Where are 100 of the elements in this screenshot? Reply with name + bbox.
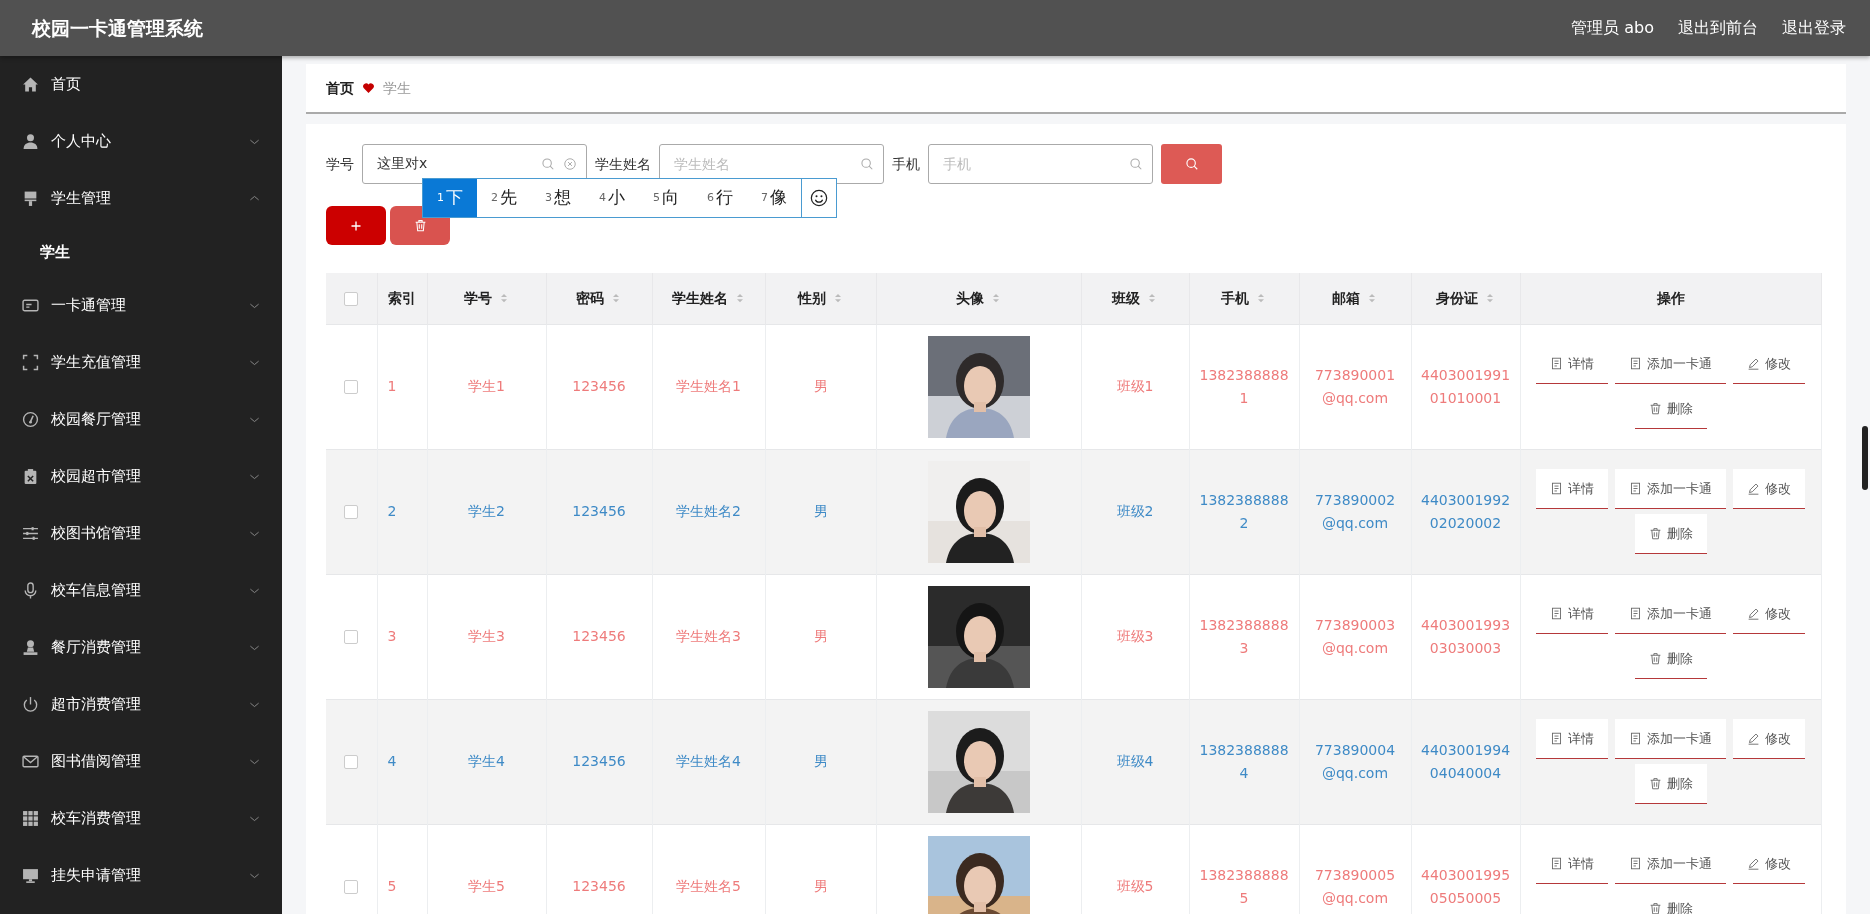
row-checkbox[interactable]: [344, 380, 359, 394]
pencil-icon: [1747, 857, 1760, 871]
search-button[interactable]: [1161, 144, 1222, 184]
column-header[interactable]: 邮箱: [1332, 287, 1360, 309]
details-button[interactable]: 详情: [1536, 469, 1608, 509]
document-icon: [1550, 482, 1563, 495]
header-link[interactable]: 退出到前台: [1678, 16, 1758, 40]
table-cell: 学生5: [468, 878, 505, 895]
sidebar-item[interactable]: 图书借阅管理: [0, 733, 282, 790]
trash-icon: [413, 219, 427, 232]
sidebar-item[interactable]: 学生管理: [0, 170, 282, 227]
table-cell-text: 13823888882: [1199, 490, 1289, 533]
scrollbar-thumb[interactable]: [1862, 426, 1868, 490]
search-field[interactable]: 手机: [928, 144, 1153, 184]
table-cell-text: 440300199404040004: [1420, 740, 1511, 783]
candidate-item[interactable]: 4小: [585, 179, 639, 217]
document-icon: [1629, 732, 1642, 745]
row-checkbox[interactable]: [344, 755, 359, 769]
frame-icon: [22, 354, 39, 371]
field-label: 学号: [326, 154, 354, 174]
document-icon: [1550, 607, 1563, 620]
sidebar-item[interactable]: 个人中心: [0, 113, 282, 170]
candidate-item[interactable]: 1 下: [423, 179, 477, 217]
table-cell: 123456: [572, 378, 626, 394]
column-header[interactable]: 班级: [1112, 287, 1140, 309]
brush-icon: [22, 190, 39, 207]
sidebar-item[interactable]: 校图书馆管理: [0, 505, 282, 562]
plus-icon: [350, 219, 362, 232]
column-header[interactable]: 头像: [955, 287, 984, 309]
table-cell: 学生姓名1: [676, 378, 741, 394]
table-cell-text: 440300199303030003: [1420, 615, 1511, 658]
row-checkbox[interactable]: [344, 505, 359, 519]
table-cell: 男: [813, 378, 828, 394]
table-cell: 班级5: [1116, 878, 1154, 895]
user-icon: [22, 133, 39, 150]
document-icon: [1550, 357, 1563, 370]
table-cell: 123456: [572, 503, 626, 519]
header-link[interactable]: 退出登录: [1782, 16, 1846, 40]
table-cell: 男: [813, 628, 828, 644]
table-cell-text: 773890002@qq.com: [1313, 490, 1397, 533]
table-cell: 1: [387, 378, 397, 394]
edit-button[interactable]: 修改: [1733, 469, 1805, 509]
row-checkbox[interactable]: [344, 630, 359, 644]
table-cell-text: 440300199202020002: [1420, 490, 1511, 533]
table-cell-text: 773890005@qq.com: [1313, 865, 1397, 908]
add-button[interactable]: [326, 206, 386, 245]
select-all-checkbox[interactable]: [344, 291, 359, 306]
table-cell: 男: [813, 753, 828, 769]
table-cell-text: 773890001@qq.com: [1313, 365, 1397, 408]
field-label: 手机: [892, 154, 920, 174]
sidebar-item[interactable]: 挂失申请管理: [0, 847, 282, 904]
smiley-icon[interactable]: [810, 189, 828, 207]
mail-icon: [22, 753, 39, 770]
sidebar-subitem[interactable]: 学生: [0, 227, 282, 277]
stamp-icon: [22, 639, 39, 656]
details-button[interactable]: 详情: [1536, 719, 1608, 759]
table-cell-text: 440300199101010001: [1420, 365, 1511, 408]
sidebar-item[interactable]: 餐厅消费管理: [0, 619, 282, 676]
column-header[interactable]: 学号: [463, 287, 492, 309]
table-cell: 123456: [572, 628, 626, 644]
table-cell: 学生2: [468, 503, 505, 519]
table-cell: 2: [387, 503, 397, 519]
table-cell: 4: [387, 753, 397, 769]
header-link[interactable]: 管理员 abo: [1571, 16, 1654, 40]
add-card-button[interactable]: 添加一卡通: [1615, 469, 1726, 509]
column-header[interactable]: 身份证: [1435, 287, 1478, 309]
sidebar-item[interactable]: 超市消费管理: [0, 676, 282, 733]
sliders-icon: [22, 525, 39, 542]
trash-icon: [1648, 527, 1662, 540]
sidebar-item[interactable]: 一卡通管理: [0, 277, 282, 334]
heart-icon: [362, 82, 375, 94]
table-cell-text: 13823888885: [1199, 865, 1289, 908]
column-header[interactable]: 操作: [1656, 287, 1685, 309]
table-cell: 男: [813, 878, 828, 895]
delete-button[interactable]: 删除: [1634, 764, 1707, 804]
document-icon: [1629, 482, 1642, 495]
trash-icon: [1648, 777, 1662, 790]
edit-button[interactable]: 修改: [1733, 719, 1805, 759]
delete-button[interactable]: 删除: [1634, 514, 1707, 554]
column-header[interactable]: 手机: [1221, 287, 1249, 309]
document-icon: [1629, 857, 1642, 871]
pencil-icon: [1747, 482, 1760, 495]
sidebar-item[interactable]: 校车信息管理: [0, 562, 282, 619]
column-header[interactable]: 性别: [797, 287, 826, 309]
search-icon: [1129, 157, 1143, 171]
gauge-icon: [22, 411, 39, 428]
row-checkbox[interactable]: [344, 880, 359, 895]
table-cell: 学生4: [468, 753, 505, 769]
app-title: 校园一卡通管理系统: [30, 15, 203, 41]
sidebar-item[interactable]: 学生充值管理: [0, 334, 282, 391]
table-cell-text: 13823888883: [1199, 615, 1289, 658]
breadcrumb-link[interactable]: 首页: [326, 77, 354, 99]
sidebar-item[interactable]: 首页: [0, 56, 282, 113]
table-cell: 班级2: [1116, 503, 1154, 519]
sidebar-item[interactable]: 校园超市管理: [0, 448, 282, 505]
sidebar-item[interactable]: 校车消费管理: [0, 790, 282, 847]
table-cell: 学生1: [468, 378, 505, 394]
column-header[interactable]: 密码: [576, 287, 604, 309]
add-card-button[interactable]: 添加一卡通: [1615, 719, 1726, 759]
sidebar-item[interactable]: 校园餐厅管理: [0, 391, 282, 448]
